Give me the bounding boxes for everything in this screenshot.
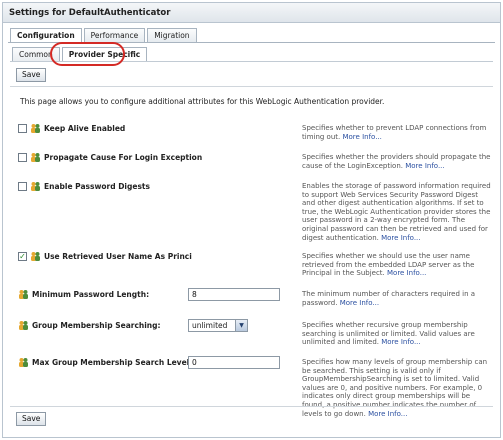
more-info-link[interactable]: More Info... [342, 133, 381, 141]
min-password-length-input[interactable]: 8 [188, 288, 280, 301]
setting-description: Specifies how many levels of group membe… [302, 358, 488, 418]
setting-description: Specifies whether recursive group member… [302, 321, 475, 347]
group-icon [19, 321, 28, 330]
group-membership-searching-select[interactable]: unlimited ▼ [188, 319, 248, 332]
primary-tabs: Configuration Performance Migration [10, 28, 199, 43]
setting-label: Keep Alive Enabled [44, 124, 126, 133]
setting-description: Specifies whether the providers should p… [302, 153, 491, 170]
setting-label: Enable Password Digests [44, 182, 150, 191]
max-group-search-level-input[interactable]: 0 [188, 356, 280, 369]
group-icon [19, 358, 28, 367]
tab-performance[interactable]: Performance [83, 28, 146, 42]
more-info-link[interactable]: More Info... [381, 338, 420, 346]
more-info-link[interactable]: More Info... [368, 410, 407, 418]
setting-label: Minimum Password Length: [32, 290, 150, 299]
setting-label: Max Group Membership Search Level: [32, 358, 193, 367]
tab-configuration[interactable]: Configuration [10, 28, 82, 43]
setting-description: Enables the storage of password informat… [302, 182, 491, 242]
setting-description: The minimum number of characters require… [302, 290, 476, 307]
highlight-circle [50, 42, 125, 66]
setting-label: Propagate Cause For Login Exception [44, 153, 203, 162]
group-icon [31, 252, 40, 261]
intro-text: This page allows you to configure additi… [20, 97, 385, 106]
page-title: Settings for DefaultAuthenticator [3, 3, 500, 23]
propagate-cause-checkbox[interactable] [18, 153, 27, 162]
setting-description: Specifies whether we should use the user… [302, 252, 475, 278]
keep-alive-checkbox[interactable] [18, 124, 27, 133]
use-retrieved-user-name-checkbox[interactable]: ✓ [18, 252, 27, 261]
group-icon [19, 290, 28, 299]
group-icon [31, 182, 40, 191]
chevron-down-icon[interactable]: ▼ [235, 320, 247, 331]
select-value: unlimited [192, 321, 228, 330]
save-button-top[interactable]: Save [16, 68, 47, 82]
group-icon [31, 153, 40, 162]
setting-label: Use Retrieved User Name As Principal [44, 252, 192, 261]
tab-migration[interactable]: Migration [147, 28, 197, 42]
group-icon [31, 124, 40, 133]
setting-label: Group Membership Searching: [32, 321, 161, 330]
divider [10, 86, 493, 87]
save-button-bottom[interactable]: Save [16, 412, 47, 426]
more-info-link[interactable]: More Info... [405, 162, 444, 170]
more-info-link[interactable]: More Info... [340, 299, 379, 307]
password-digests-checkbox[interactable] [18, 182, 27, 191]
setting-description: Specifies whether to prevent LDAP connec… [302, 124, 487, 141]
more-info-link[interactable]: More Info... [387, 269, 426, 277]
divider [10, 406, 493, 407]
more-info-link[interactable]: More Info... [381, 234, 420, 242]
